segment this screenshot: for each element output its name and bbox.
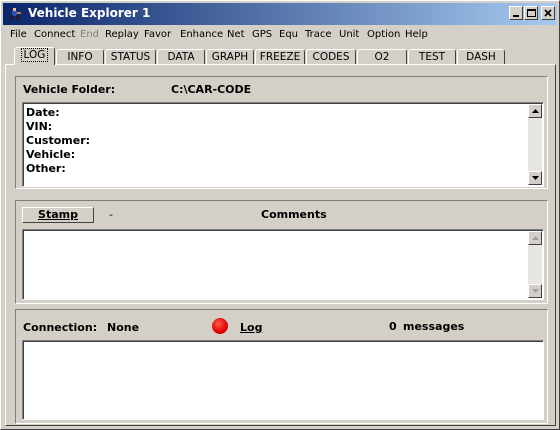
- tab-test-label: TEST: [418, 51, 446, 63]
- info-customer: Customer:: [26, 134, 91, 147]
- tab-o2-label: O2: [374, 51, 390, 63]
- tab-dash-label: DASH: [466, 51, 496, 63]
- scroll-down-button[interactable]: [528, 171, 542, 185]
- comments-scroll-down-button[interactable]: [528, 284, 542, 298]
- stamp-separator: -: [109, 208, 113, 221]
- arrow-up-icon: [532, 236, 539, 240]
- main-window: Vehicle Explorer 1 File Connect End Repl…: [0, 0, 560, 430]
- tab-graph-label: GRAPH: [211, 51, 249, 63]
- menu-favor[interactable]: Favor: [144, 29, 171, 40]
- comments-textbox[interactable]: [22, 229, 544, 300]
- tab-freeze[interactable]: FREEZE: [255, 49, 305, 64]
- arrow-down-icon: [532, 289, 539, 293]
- tab-codes-label: CODES: [312, 51, 350, 63]
- arrow-down-icon: [532, 176, 539, 180]
- minimize-button[interactable]: [509, 6, 523, 20]
- title-bar[interactable]: Vehicle Explorer 1: [3, 3, 557, 25]
- tab-codes[interactable]: CODES: [306, 49, 356, 64]
- arrow-up-icon: [532, 109, 539, 113]
- menu-file[interactable]: File: [10, 29, 27, 40]
- scroll-up-button[interactable]: [528, 104, 542, 118]
- stamp-button[interactable]: Stamp: [22, 207, 94, 223]
- message-log-textbox[interactable]: [22, 340, 544, 420]
- tab-info[interactable]: INFO: [56, 49, 104, 64]
- tab-o2[interactable]: O2: [357, 49, 407, 64]
- tab-freeze-label: FREEZE: [259, 51, 301, 63]
- comments-scrollbar[interactable]: [528, 231, 542, 298]
- menu-unit[interactable]: Unit: [339, 29, 359, 40]
- info-vin: VIN:: [26, 120, 53, 133]
- connection-status: None: [107, 321, 140, 334]
- message-count: 0: [389, 320, 397, 333]
- tab-status-label: STATUS: [110, 51, 151, 63]
- tab-dash[interactable]: DASH: [457, 49, 505, 64]
- tab-log[interactable]: LOG: [14, 47, 55, 65]
- comments-scroll-up-button[interactable]: [528, 231, 542, 245]
- menu-end[interactable]: End: [80, 29, 99, 40]
- maximize-button[interactable]: [524, 6, 538, 20]
- menu-net[interactable]: Net: [227, 29, 245, 40]
- menu-help[interactable]: Help: [405, 29, 428, 40]
- menu-bar: File Connect End Replay Favor Enhance Ne…: [3, 27, 557, 45]
- window-title: Vehicle Explorer 1: [28, 6, 151, 20]
- menu-replay[interactable]: Replay: [105, 29, 139, 40]
- menu-equ[interactable]: Equ: [279, 29, 298, 40]
- messages-label: messages: [403, 320, 465, 333]
- tab-data-label: DATA: [167, 51, 195, 63]
- close-button[interactable]: [541, 6, 555, 20]
- tab-graph[interactable]: GRAPH: [206, 49, 254, 64]
- close-icon: [544, 9, 552, 17]
- vehicle-info-textbox[interactable]: Date: VIN: Customer: Vehicle: Other:: [22, 102, 544, 187]
- tab-data[interactable]: DATA: [157, 49, 205, 64]
- menu-connect[interactable]: Connect: [34, 29, 75, 40]
- vehicle-folder-value: C:\CAR-CODE: [171, 83, 252, 96]
- minimize-icon: [513, 15, 519, 17]
- menu-enhance[interactable]: Enhance: [180, 29, 223, 40]
- menu-trace[interactable]: Trace: [305, 29, 332, 40]
- info-other: Other:: [26, 162, 66, 175]
- menu-gps[interactable]: GPS: [252, 29, 272, 40]
- log-indicator-icon: [212, 318, 228, 334]
- maximize-icon: [527, 9, 536, 17]
- info-date: Date:: [26, 106, 60, 119]
- tab-status[interactable]: STATUS: [105, 49, 156, 64]
- app-icon: [10, 8, 21, 20]
- log-toggle[interactable]: Log: [240, 321, 262, 334]
- menu-option[interactable]: Option: [367, 29, 400, 40]
- tab-info-label: INFO: [67, 51, 93, 63]
- tab-log-label: LOG: [20, 48, 49, 62]
- vehicle-info-scrollbar[interactable]: [528, 104, 542, 185]
- tab-test[interactable]: TEST: [408, 49, 456, 64]
- connection-label: Connection:: [23, 321, 98, 334]
- vehicle-folder-label: Vehicle Folder:: [23, 83, 116, 96]
- comments-label: Comments: [261, 208, 327, 221]
- info-vehicle: Vehicle:: [26, 148, 76, 161]
